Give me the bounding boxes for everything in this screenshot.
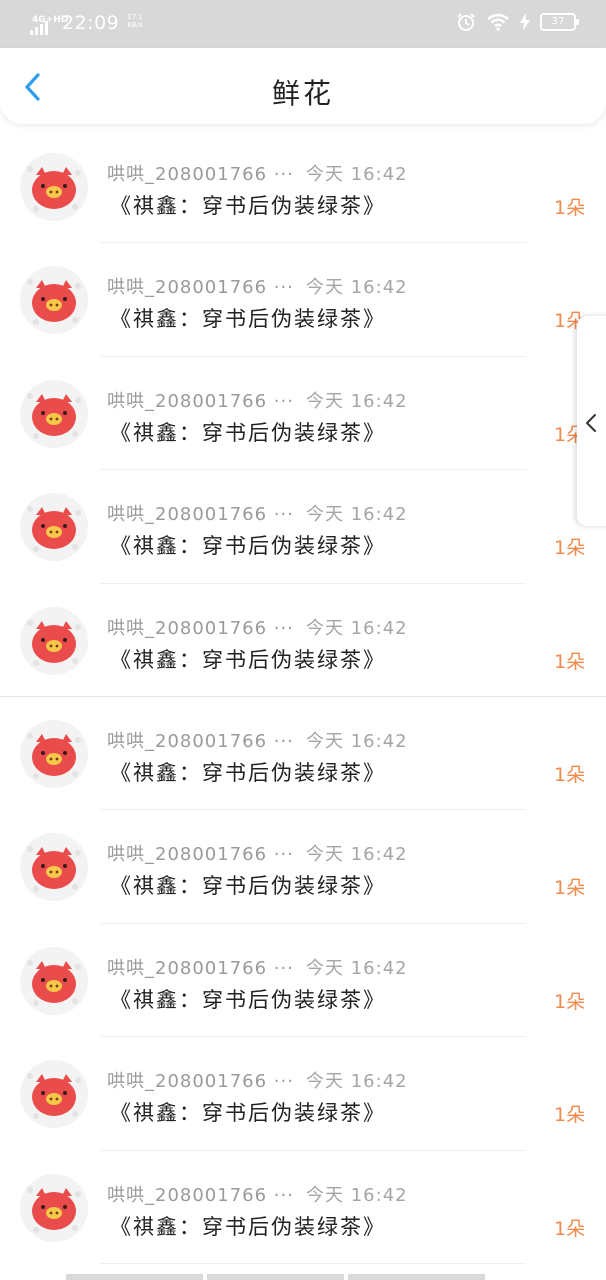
flower-count: 1朵 — [554, 877, 586, 900]
gift-time: 今天 16:42 — [306, 957, 408, 979]
book-title[interactable]: 《祺鑫：穿书后伪装绿茶》 — [110, 644, 386, 674]
sender-name: 哄哄_208001766 ··· — [107, 1071, 294, 1093]
sender-name: 哄哄_208001766 ··· — [107, 1184, 294, 1206]
pig-avatar-icon — [20, 379, 88, 448]
gift-time: 今天 16:42 — [306, 617, 408, 639]
list-item[interactable]: 哄哄_208001766 ··· 今天 16:42 《祺鑫：穿书后伪装绿茶》 1… — [0, 470, 606, 584]
pig-avatar-icon — [20, 606, 88, 675]
network-speed-value: 17.1 — [127, 13, 143, 21]
list-item[interactable]: 哄哄_208001766 ··· 今天 16:42 《祺鑫：穿书后伪装绿茶》 1… — [0, 1037, 606, 1151]
flower-count: 1朵 — [554, 1104, 586, 1127]
network-speed-unit: KB/s — [127, 21, 143, 29]
sender-name: 哄哄_208001766 ··· — [107, 617, 294, 639]
avatar[interactable] — [20, 266, 88, 335]
book-title[interactable]: 《祺鑫：穿书后伪装绿茶》 — [110, 1097, 386, 1127]
sender-name: 哄哄_208001766 ··· — [107, 164, 294, 185]
flower-count: 1朵 — [554, 1217, 586, 1240]
sender-name: 哄哄_208001766 ··· — [107, 504, 294, 526]
pig-avatar-icon — [20, 1060, 88, 1129]
pig-avatar-icon — [20, 153, 88, 221]
gift-time: 今天 16:42 — [306, 1071, 408, 1093]
list-item[interactable]: 哄哄_208001766 ··· 今天 16:42 《祺鑫：穿书后伪装绿茶》 1… — [0, 243, 606, 357]
avatar[interactable] — [20, 379, 88, 448]
pig-avatar-icon — [20, 719, 88, 788]
chevron-left-icon — [586, 414, 596, 432]
sender-name: 哄哄_208001766 ··· — [107, 390, 294, 412]
bottom-bar-segment — [348, 1274, 485, 1280]
pig-avatar-icon — [20, 946, 88, 1015]
gift-time: 今天 16:42 — [306, 844, 408, 866]
sender-name: 哄哄_208001766 ··· — [107, 957, 294, 979]
avatar[interactable] — [20, 606, 88, 675]
status-bar-right: 37 — [456, 12, 579, 32]
avatar[interactable] — [20, 719, 88, 788]
bottom-bar-segment — [66, 1274, 203, 1280]
flower-count: 1朵 — [554, 197, 586, 219]
avatar[interactable] — [20, 1060, 88, 1129]
bottom-bar-segment — [207, 1274, 344, 1280]
nav-header: 鲜花 — [0, 48, 606, 124]
flower-count: 1朵 — [554, 650, 586, 673]
book-title[interactable]: 《祺鑫：穿书后伪装绿茶》 — [110, 190, 386, 220]
book-title[interactable]: 《祺鑫：穿书后伪装绿茶》 — [110, 1211, 386, 1241]
book-title[interactable]: 《祺鑫：穿书后伪装绿茶》 — [110, 870, 386, 900]
book-title[interactable]: 《祺鑫：穿书后伪装绿茶》 — [110, 530, 386, 560]
flower-count: 1朵 — [554, 537, 586, 560]
bottom-bar-edge — [66, 1274, 485, 1280]
charging-icon — [520, 13, 530, 31]
book-title[interactable]: 《祺鑫：穿书后伪装绿茶》 — [110, 757, 386, 787]
list-item[interactable]: 哄哄_208001766 ··· 今天 16:42 《祺鑫：穿书后伪装绿茶》 1… — [0, 810, 606, 924]
divider — [100, 1262, 526, 1264]
status-bar: 4G+HD 22:09 17.1 KB/s 37 — [0, 0, 606, 48]
book-title[interactable]: 《祺鑫：穿书后伪装绿茶》 — [110, 984, 386, 1014]
list-item[interactable]: 哄哄_208001766 ··· 今天 16:42 《祺鑫：穿书后伪装绿茶》 1… — [0, 584, 606, 697]
avatar[interactable] — [20, 833, 88, 902]
list-item[interactable]: 哄哄_208001766 ··· 今天 16:42 《祺鑫：穿书后伪装绿茶》 1… — [0, 357, 606, 471]
gift-time: 今天 16:42 — [306, 277, 408, 299]
wifi-icon — [487, 13, 509, 31]
avatar[interactable] — [20, 1173, 88, 1242]
list-item[interactable]: 哄哄_208001766 ··· 今天 16:42 《祺鑫：穿书后伪装绿茶》 1… — [0, 130, 606, 244]
flower-record-list: 哄哄_208001766 ··· 今天 16:42 《祺鑫：穿书后伪装绿茶》 1… — [0, 130, 606, 1264]
sender-name: 哄哄_208001766 ··· — [107, 844, 294, 866]
gift-time: 今天 16:42 — [306, 504, 408, 526]
gift-time: 今天 16:42 — [306, 730, 408, 752]
gift-time: 今天 16:42 — [306, 1184, 408, 1206]
avatar[interactable] — [20, 153, 88, 221]
list-item[interactable]: 哄哄_208001766 ··· 今天 16:42 《祺鑫：穿书后伪装绿茶》 1… — [0, 697, 606, 811]
signal-icon: 4G+HD — [30, 16, 68, 35]
list-item[interactable]: 哄哄_208001766 ··· 今天 16:42 《祺鑫：穿书后伪装绿茶》 1… — [0, 924, 606, 1038]
avatar[interactable] — [20, 946, 88, 1015]
avatar[interactable] — [20, 493, 88, 562]
sender-name: 哄哄_208001766 ··· — [107, 277, 294, 299]
pig-avatar-icon — [20, 266, 88, 335]
gift-time: 今天 16:42 — [306, 164, 408, 185]
pig-avatar-icon — [20, 1173, 88, 1242]
sender-name: 哄哄_208001766 ··· — [107, 730, 294, 752]
alarm-icon — [457, 13, 475, 31]
pig-avatar-icon — [20, 833, 88, 902]
pig-avatar-icon — [20, 493, 88, 562]
book-title[interactable]: 《祺鑫：穿书后伪装绿茶》 — [110, 417, 386, 447]
status-bar-left: 4G+HD 22:09 17.1 KB/s — [30, 10, 143, 35]
page-title: 鲜花 — [271, 77, 334, 110]
battery-icon: 37 — [540, 13, 579, 31]
side-drawer-tab[interactable] — [577, 316, 606, 526]
list-item[interactable]: 哄哄_208001766 ··· 今天 16:42 《祺鑫：穿书后伪装绿茶》 1… — [0, 1151, 606, 1264]
flower-count: 1朵 — [554, 763, 586, 786]
gift-time: 今天 16:42 — [306, 390, 408, 412]
book-title[interactable]: 《祺鑫：穿书后伪装绿茶》 — [110, 303, 386, 333]
status-time: 22:09 — [62, 12, 120, 34]
network-speed: 17.1 KB/s — [127, 13, 143, 29]
flower-count: 1朵 — [554, 990, 586, 1013]
